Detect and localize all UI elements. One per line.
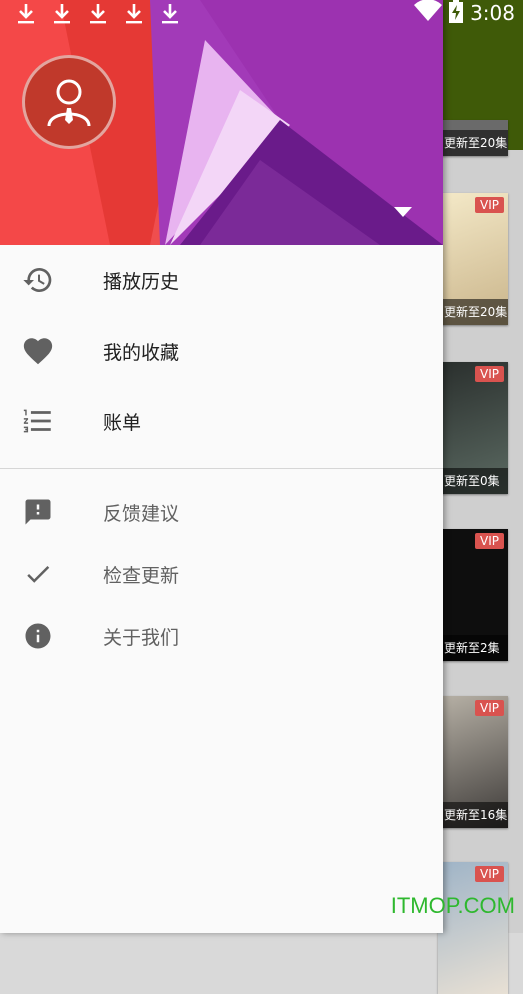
numbered-list-icon [20,403,56,439]
wifi-icon [414,0,443,26]
background-card[interactable]: VIP 更新至20集 [438,193,508,325]
card-caption: 更新至2集 [438,635,508,661]
background-card[interactable]: VIP 更新至2集 [438,529,508,661]
background-card[interactable]: VIP 更新至0集 [438,362,508,494]
check-icon [20,556,56,592]
status-bar: 3:08 [0,0,523,26]
user-icon [47,79,91,127]
vip-badge: VIP [475,197,504,213]
navigation-drawer: 播放历史 我的收藏 账单 反馈建议 检查更新 关于我们 [0,0,443,933]
menu-item-label: 关于我们 [103,626,180,649]
feedback-icon [20,494,56,530]
download-icon [14,1,38,25]
vip-badge: VIP [475,866,504,882]
drawer-header [0,0,443,245]
background-card[interactable]: VIP [438,862,508,994]
menu-item-label: 检查更新 [103,564,180,587]
menu-item-about[interactable]: 关于我们 [0,606,443,666]
background-card[interactable]: VIP 更新至16集 [438,696,508,828]
menu-item-feedback[interactable]: 反馈建议 [0,482,443,542]
drawer-divider [0,468,443,469]
download-icon [50,1,74,25]
menu-item-check-update[interactable]: 检查更新 [0,544,443,604]
card-caption: 更新至0集 [438,468,508,494]
card-caption: 更新至20集 [438,130,508,156]
account-dropdown-icon[interactable] [394,202,412,221]
vip-badge: VIP [475,700,504,716]
card-caption: 更新至20集 [438,299,508,325]
card-caption: 更新至16集 [438,802,508,828]
info-icon [20,618,56,654]
vip-badge: VIP [475,533,504,549]
background-card[interactable]: 更新至20集 [438,120,508,156]
history-icon [20,262,56,298]
download-icon [86,1,110,25]
avatar[interactable] [22,55,116,149]
menu-item-favorites[interactable]: 我的收藏 [0,321,443,381]
notification-icons [0,1,182,25]
battery-charging-icon [448,0,464,27]
download-icon [122,1,146,25]
status-time: 3:08 [470,1,515,25]
menu-item-bills[interactable]: 账单 [0,391,443,451]
menu-item-history[interactable]: 播放历史 [0,250,443,310]
heart-icon [20,333,56,369]
download-icon [158,1,182,25]
menu-item-label: 播放历史 [103,270,180,293]
watermark: ITMOP.COM [390,893,515,918]
menu-item-label: 反馈建议 [103,502,180,525]
vip-badge: VIP [475,366,504,382]
status-right: 3:08 [414,0,523,27]
menu-item-label: 我的收藏 [103,341,180,364]
menu-item-label: 账单 [103,411,142,434]
